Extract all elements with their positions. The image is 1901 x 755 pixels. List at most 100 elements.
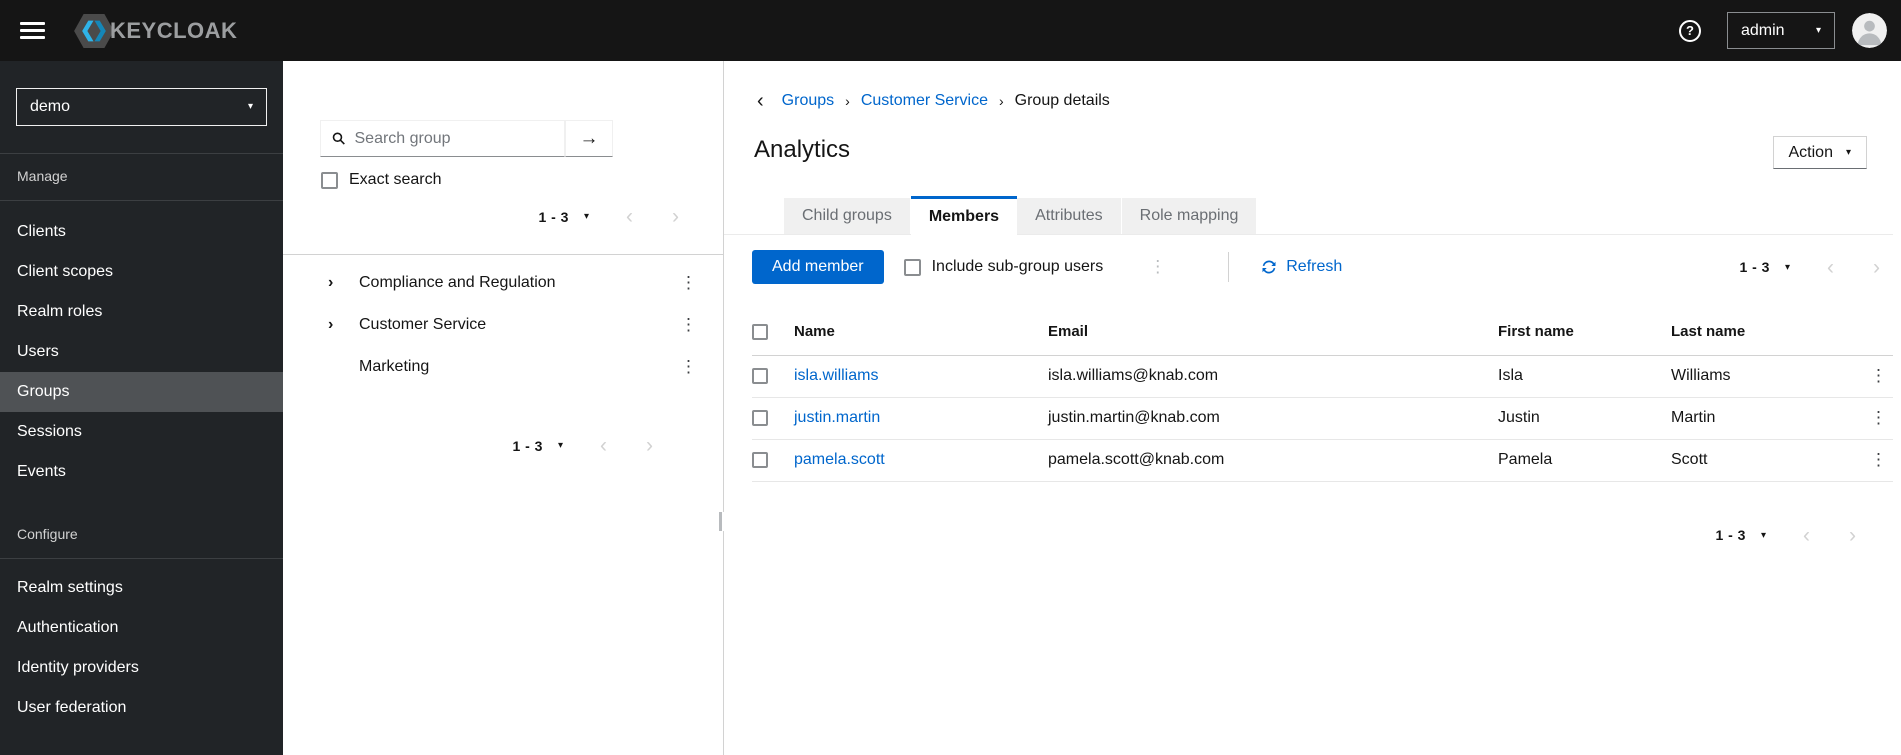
- sidebar-item-realm-roles[interactable]: Realm roles: [0, 292, 283, 332]
- sidebar-item-groups[interactable]: Groups: [0, 372, 283, 412]
- expand-chevron-icon[interactable]: ›: [328, 316, 359, 334]
- tree-item-compliance-and-regulation[interactable]: › Compliance and Regulation ⋮: [283, 262, 723, 304]
- pagination-caret-icon[interactable]: ▾: [1761, 530, 1766, 541]
- prev-page-icon[interactable]: ‹: [626, 206, 633, 227]
- kebab-menu-icon[interactable]: ⋮: [676, 357, 701, 377]
- breadcrumb-back-icon[interactable]: ‹: [757, 91, 764, 111]
- member-first-name: Pamela: [1498, 439, 1671, 482]
- sidebar-item-client-scopes[interactable]: Client scopes: [0, 252, 283, 292]
- kebab-menu-icon[interactable]: ⋮: [676, 315, 701, 335]
- sidebar-item-sessions[interactable]: Sessions: [0, 412, 283, 452]
- member-name-link[interactable]: justin.martin: [794, 409, 880, 426]
- help-icon[interactable]: ?: [1679, 19, 1701, 42]
- next-page-icon[interactable]: ›: [646, 435, 653, 456]
- tree-item-label[interactable]: Customer Service: [359, 316, 486, 334]
- toolbar-kebab-icon[interactable]: ⋮: [1145, 257, 1170, 277]
- breadcrumb-separator-icon: ›: [845, 93, 850, 109]
- row-kebab-icon[interactable]: ⋮: [1864, 355, 1893, 398]
- avatar[interactable]: [1852, 13, 1887, 48]
- exact-search-row: Exact search: [321, 171, 723, 189]
- tree-pagination-bottom: 1 - 3 ▾ ‹ ›: [283, 435, 723, 456]
- tree-item-label[interactable]: Compliance and Regulation: [359, 274, 556, 292]
- user-menu-dropdown[interactable]: admin ▾: [1727, 12, 1835, 49]
- refresh-button[interactable]: Refresh: [1261, 258, 1342, 276]
- member-name-link[interactable]: isla.williams: [794, 367, 878, 384]
- action-dropdown-button[interactable]: Action ▾: [1772, 136, 1867, 169]
- sidebar-item-events[interactable]: Events: [0, 452, 283, 492]
- sidebar-item-users[interactable]: Users: [0, 332, 283, 372]
- members-pagination-top: 1 - 3 ▾ ‹ ›: [1739, 257, 1880, 278]
- tree-item-marketing[interactable]: Marketing ⋮: [283, 346, 723, 388]
- next-page-icon[interactable]: ›: [672, 206, 679, 227]
- add-member-button[interactable]: Add member: [752, 250, 884, 284]
- breadcrumb-link-customer-service[interactable]: Customer Service: [861, 92, 988, 110]
- sidebar-item-clients[interactable]: Clients: [0, 212, 283, 252]
- column-header-name: Name: [794, 309, 1048, 356]
- table-row: pamela.scott pamela.scott@knab.com Pamel…: [752, 439, 1893, 482]
- group-tree-list: › Compliance and Regulation ⋮ › Customer…: [283, 262, 723, 388]
- next-page-icon[interactable]: ›: [1873, 257, 1880, 278]
- next-page-icon[interactable]: ›: [1849, 525, 1856, 546]
- search-group-input[interactable]: [354, 129, 556, 148]
- kebab-menu-icon[interactable]: ⋮: [676, 273, 701, 293]
- tree-item-customer-service[interactable]: › Customer Service ⋮: [283, 304, 723, 346]
- breadcrumb-separator-icon: ›: [998, 93, 1004, 109]
- toolbar-divider: [1228, 252, 1230, 282]
- breadcrumb-link-groups[interactable]: Groups: [782, 92, 834, 110]
- section-label-configure: Configure: [17, 526, 78, 542]
- search-icon: [332, 132, 345, 145]
- member-name-link[interactable]: pamela.scott: [794, 451, 885, 468]
- arrow-right-icon: →: [579, 127, 599, 149]
- include-subgroups-checkbox[interactable]: [903, 258, 921, 276]
- prev-page-icon[interactable]: ‹: [1827, 257, 1834, 278]
- row-checkbox[interactable]: [752, 452, 768, 468]
- member-email: isla.williams@knab.com: [1048, 355, 1498, 398]
- tab-role-mapping[interactable]: Role mapping: [1121, 198, 1257, 234]
- caret-down-icon: ▾: [1845, 146, 1851, 158]
- keycloak-hexagon-icon: [74, 13, 114, 48]
- sidebar-item-realm-settings[interactable]: Realm settings: [0, 568, 283, 608]
- prev-page-icon[interactable]: ‹: [1803, 525, 1810, 546]
- tab-child-groups[interactable]: Child groups: [784, 198, 911, 234]
- hamburger-menu-icon[interactable]: [20, 22, 45, 39]
- select-all-checkbox[interactable]: [752, 323, 768, 340]
- pagination-range: 1 - 3: [1715, 527, 1746, 543]
- tree-item-label[interactable]: Marketing: [359, 358, 429, 376]
- breadcrumb-current: Group details: [1014, 92, 1110, 109]
- configure-nav-group: Realm settings Authentication Identity p…: [0, 568, 283, 728]
- tab-attributes[interactable]: Attributes: [1017, 198, 1122, 234]
- keycloak-logo: KEYCLOAK: [73, 13, 237, 49]
- sidebar-item-user-federation[interactable]: User federation: [0, 688, 283, 728]
- member-email: pamela.scott@knab.com: [1048, 439, 1498, 482]
- row-kebab-icon[interactable]: ⋮: [1864, 439, 1893, 482]
- sidebar-divider: [0, 200, 283, 201]
- question-mark-glyph: ?: [1686, 23, 1694, 38]
- realm-selector-dropdown[interactable]: demo ▾: [16, 88, 267, 126]
- prev-page-icon[interactable]: ‹: [600, 435, 607, 456]
- member-last-name: Williams: [1671, 355, 1864, 398]
- members-toolbar: Add member Include sub-group users ⋮ Ref…: [752, 250, 1880, 284]
- column-header-first-name: First name: [1498, 309, 1671, 356]
- members-table: Name Email First name Last name isla.wil…: [752, 309, 1893, 482]
- row-kebab-icon[interactable]: ⋮: [1864, 397, 1893, 440]
- pagination-range: 1 - 3: [538, 208, 569, 225]
- pagination-caret-icon[interactable]: ▾: [584, 211, 589, 222]
- search-submit-button[interactable]: →: [565, 120, 613, 157]
- pagination-caret-icon[interactable]: ▾: [558, 440, 563, 451]
- expand-chevron-icon[interactable]: ›: [328, 274, 359, 292]
- sidebar-divider: [0, 558, 283, 559]
- sidebar-item-authentication[interactable]: Authentication: [0, 608, 283, 648]
- group-tree-panel: → Exact search 1 - 3 ▾ ‹ › › Compliance …: [283, 61, 724, 755]
- row-checkbox[interactable]: [752, 368, 768, 384]
- member-email: justin.martin@knab.com: [1048, 397, 1498, 440]
- column-header-email: Email: [1048, 309, 1498, 356]
- tab-members[interactable]: Members: [910, 196, 1018, 235]
- pagination-caret-icon[interactable]: ▾: [1785, 262, 1790, 273]
- member-last-name: Scott: [1671, 439, 1864, 482]
- exact-search-checkbox[interactable]: [321, 171, 338, 189]
- exact-search-label: Exact search: [349, 171, 442, 188]
- caret-down-icon: ▾: [1815, 24, 1821, 36]
- sidebar-item-identity-providers[interactable]: Identity providers: [0, 648, 283, 688]
- row-checkbox[interactable]: [752, 410, 768, 426]
- refresh-icon: [1262, 260, 1276, 274]
